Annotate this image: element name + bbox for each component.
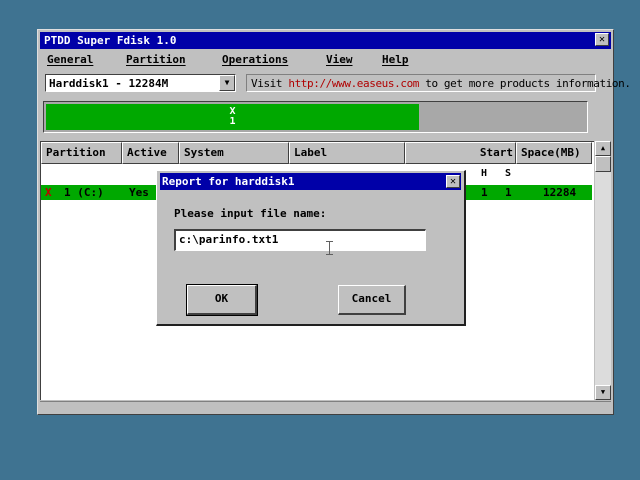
disk-select[interactable]: Harddisk1 - 12284M ▼ [45, 74, 236, 92]
disk-map-number: 1 [229, 116, 236, 127]
column-header-start[interactable]: Start [405, 142, 516, 164]
column-header-partition[interactable]: Partition [41, 142, 122, 164]
subcolumn-header-s: S [505, 168, 512, 179]
cancel-button[interactable]: Cancel [338, 285, 406, 315]
close-icon: ✕ [449, 176, 457, 187]
row-space: 12284 [543, 186, 577, 199]
report-dialog: Report for harddisk1 ✕ Please input file… [156, 170, 466, 326]
row-active: Yes [129, 186, 149, 199]
close-icon: ✕ [598, 34, 606, 45]
menu-help[interactable]: Help [382, 53, 409, 66]
menu-operations[interactable]: Operations [222, 53, 288, 66]
row-partition: 1 (C:) [64, 186, 104, 199]
disk-map: X 1 [43, 101, 588, 133]
subcolumn-header-h: H [481, 168, 488, 179]
text-cursor-icon [326, 241, 333, 255]
column-header-system[interactable]: System [179, 142, 289, 164]
window-titlebar[interactable]: PTDD Super Fdisk 1.0 ✕ [40, 32, 611, 49]
visit-prefix: Visit [251, 77, 289, 90]
arrow-up-icon: ▲ [600, 144, 606, 152]
visit-link[interactable]: http://www.easeus.com [288, 77, 419, 90]
status-bar [40, 401, 611, 412]
row-marker: X [45, 186, 52, 199]
disk-select-dropdown-button[interactable]: ▼ [219, 75, 235, 91]
ok-button[interactable]: OK [186, 284, 258, 316]
window-close-button[interactable]: ✕ [595, 33, 609, 46]
menu-partition[interactable]: Partition [126, 53, 186, 66]
scroll-thumb[interactable] [595, 156, 611, 172]
window-title: PTDD Super Fdisk 1.0 [44, 34, 177, 47]
menu-general[interactable]: General [47, 53, 93, 66]
disk-select-value: Harddisk1 - 12284M [49, 77, 169, 90]
column-header-label[interactable]: Label [289, 142, 405, 164]
file-name-prompt: Please input file name: [174, 207, 327, 220]
menu-bar: General Partition Operations View Help [40, 51, 611, 69]
dialog-close-button[interactable]: ✕ [446, 175, 460, 188]
arrow-down-icon: ▼ [600, 388, 606, 396]
menu-view[interactable]: View [326, 53, 353, 66]
scroll-up-button[interactable]: ▲ [595, 141, 611, 156]
row-start-h: 1 [481, 186, 488, 199]
file-name-input[interactable]: c:\parinfo.txt1 [174, 229, 426, 251]
disk-map-partition-1[interactable]: X 1 [46, 104, 419, 130]
chevron-down-icon: ▼ [224, 78, 230, 87]
dialog-title: Report for harddisk1 [162, 175, 295, 188]
vertical-scrollbar[interactable]: ▲ ▼ [595, 141, 611, 400]
dialog-titlebar[interactable]: Report for harddisk1 ✕ [160, 173, 461, 190]
scroll-down-button[interactable]: ▼ [595, 385, 611, 400]
column-header-active[interactable]: Active [122, 142, 179, 164]
column-header-space[interactable]: Space(MB) [516, 142, 592, 164]
visit-suffix: to get more products information. [419, 77, 631, 90]
visit-banner: Visit http://www.easeus.com to get more … [246, 74, 631, 92]
row-start-s: 1 [505, 186, 512, 199]
